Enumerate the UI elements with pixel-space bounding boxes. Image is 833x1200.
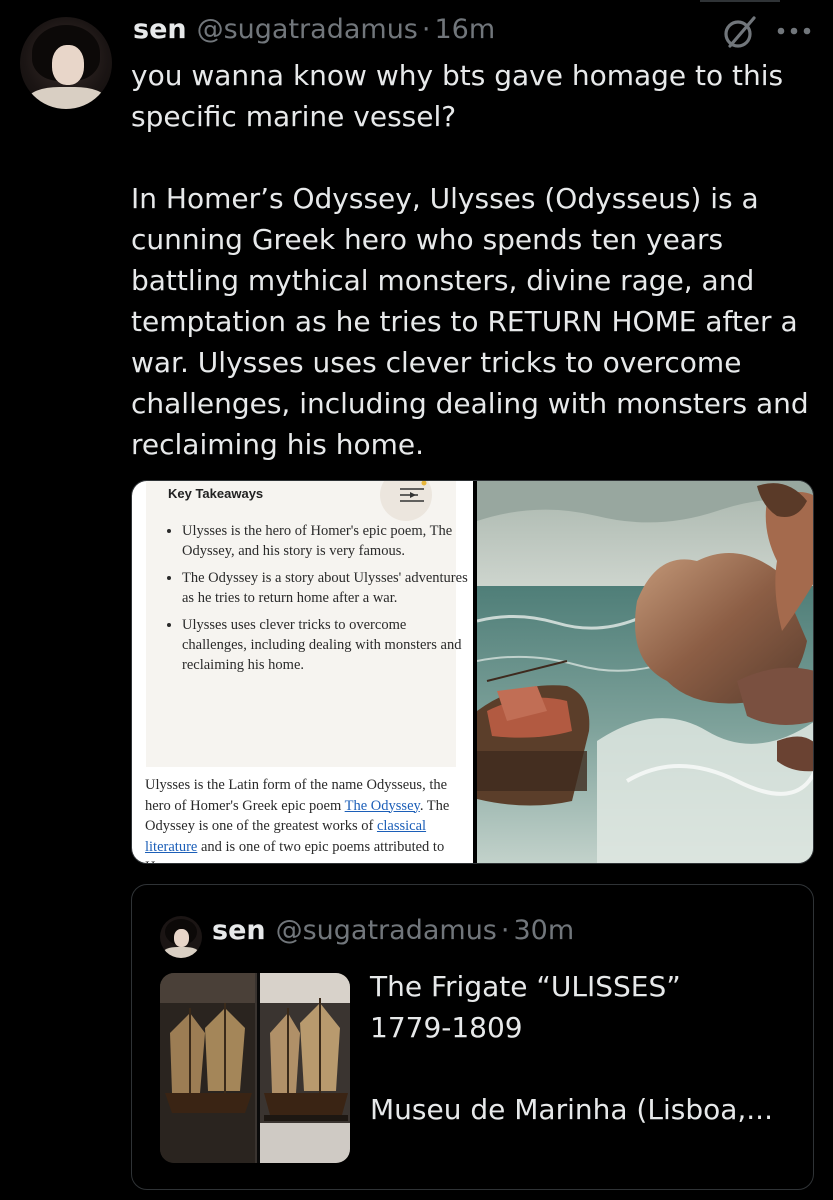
tweet-media[interactable]: Key Takeaways Ulysses is the hero of Hom…: [131, 480, 814, 864]
tweet-body-paragraph-1: you wanna know why bts gave homage to th…: [131, 59, 784, 133]
takeaway-item: Ulysses is the hero of Homer's epic poem…: [182, 521, 472, 561]
frigate-model-image: [160, 973, 350, 1163]
quoted-tweet[interactable]: sen @sugatradamus · 30m The Frigate “ULISS…: [131, 884, 814, 1190]
quoted-tweet-header: sen @sugatradamus · 30m: [212, 915, 574, 946]
quoted-tweet-timestamp: 30m: [513, 915, 575, 946]
tweet-body-paragraph-2: In Homer’s Odyssey, Ulysses (Odysseus) i…: [131, 182, 809, 461]
takeaway-item: The Odyssey is a story about Ulysses' ad…: [182, 568, 472, 608]
grok-icon[interactable]: [722, 14, 758, 50]
article-paragraph: Ulysses is the Latin form of the name Od…: [145, 777, 450, 863]
takeaways-list: Ulysses is the hero of Homer's epic poem…: [160, 521, 472, 682]
author-handle[interactable]: @sugatradamus · 16m: [197, 14, 496, 45]
quoted-author-handle: @sugatradamus · 30m: [275, 915, 575, 946]
quoted-author-avatar: [160, 916, 202, 958]
tweet-header: sen @sugatradamus · 16m: [133, 14, 495, 48]
article-screenshot[interactable]: Key Takeaways Ulysses is the hero of Hom…: [132, 481, 473, 863]
takeaways-title: Key Takeaways: [168, 486, 264, 501]
quoted-tweet-line-1: The Frigate “ULISSES” 1779-1809: [370, 970, 681, 1044]
takeaway-item: Ulysses uses clever tricks to overcome c…: [182, 615, 472, 675]
odyssey-link[interactable]: The Odyssey: [345, 798, 420, 814]
more-icon[interactable]: [776, 26, 812, 36]
odysseus-painting-image[interactable]: [477, 481, 813, 863]
key-takeaways-box: Key Takeaways Ulysses is the hero of Hom…: [146, 481, 468, 767]
author-name[interactable]: sen: [133, 14, 187, 45]
quoted-author-name: sen: [212, 915, 266, 946]
tweet-body: you wanna know why bts gave homage to th…: [131, 55, 821, 465]
list-icon: [380, 481, 432, 521]
author-avatar[interactable]: [20, 17, 112, 109]
quoted-tweet-line-3: Museu de Marinha (Lisboa,...: [370, 1093, 773, 1126]
tweet-timestamp[interactable]: 16m: [434, 14, 495, 45]
top-divider: [700, 0, 780, 2]
quoted-tweet-body: The Frigate “ULISSES” 1779-1809 Museu de …: [370, 966, 800, 1130]
